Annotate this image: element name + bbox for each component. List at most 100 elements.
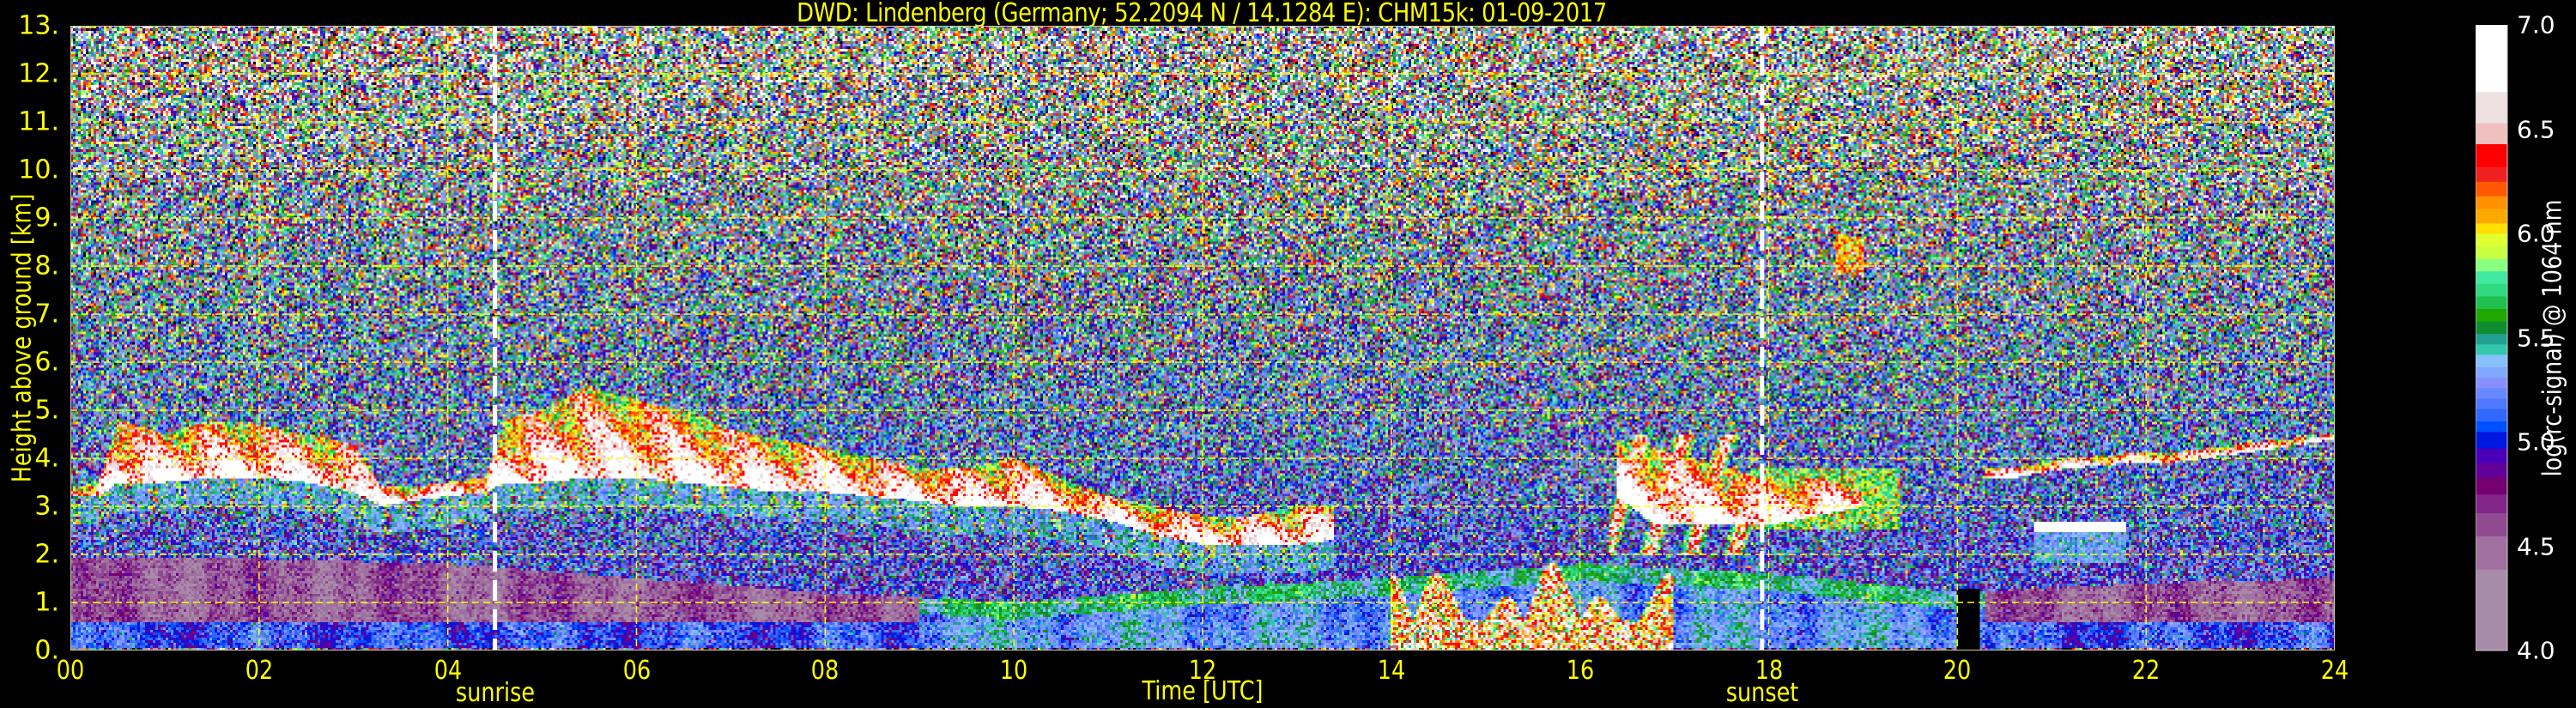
colorbar-level bbox=[2476, 258, 2507, 272]
y-tick-label: 5. bbox=[34, 395, 59, 426]
x-tick-label: 16 bbox=[1566, 656, 1594, 686]
cloud-layer-sample bbox=[1107, 497, 1109, 521]
x-tick-label: 22 bbox=[2131, 656, 2161, 686]
x-axis-label: Time [UTC] bbox=[1142, 676, 1264, 706]
colorbar-level bbox=[2476, 569, 2507, 651]
colorbar-level bbox=[2476, 25, 2507, 93]
y-tick-label: 2. bbox=[34, 539, 59, 570]
colorbar-tick-label: 4.0 bbox=[2517, 636, 2555, 665]
y-tick-label: 8. bbox=[34, 251, 59, 281]
plot-area bbox=[70, 26, 2335, 651]
colorbar-level bbox=[2476, 354, 2507, 368]
colorbar-level bbox=[2476, 295, 2507, 309]
colorbar-level bbox=[2476, 408, 2507, 422]
cloud-layer-sample bbox=[1617, 439, 1619, 497]
colorbar-level bbox=[2476, 366, 2507, 378]
cloud-layer-sample bbox=[542, 410, 543, 482]
sunset-label: sunset bbox=[1725, 678, 1799, 708]
y-tick-label: 9. bbox=[34, 203, 59, 233]
cloud-layer-sample bbox=[636, 401, 638, 478]
colorbar-level bbox=[2476, 270, 2507, 284]
y-tick-label: 6. bbox=[34, 347, 59, 378]
colorbar-level bbox=[2476, 333, 2507, 345]
colorbar-level bbox=[2476, 343, 2507, 355]
colorbar-level bbox=[2476, 181, 2507, 197]
y-tick-label: 12. bbox=[18, 58, 59, 89]
plot-overlay bbox=[70, 26, 2335, 651]
cloud-layer-sample bbox=[2164, 453, 2166, 463]
x-tick-label: 10 bbox=[999, 656, 1028, 686]
y-tick-label: 11. bbox=[18, 106, 59, 137]
x-tick-label: 24 bbox=[2320, 656, 2349, 686]
colorbar-level bbox=[2476, 377, 2507, 389]
cloud-layer-sample bbox=[409, 487, 411, 502]
cloud-layer-sample bbox=[485, 477, 487, 492]
cloud-layer-sample bbox=[1730, 468, 1732, 525]
cloud-layer-sample bbox=[2240, 444, 2241, 453]
cloud-layer-sample bbox=[1985, 468, 1986, 477]
cloud-layer-sample bbox=[1693, 458, 1694, 525]
cloud-layer-sample bbox=[1296, 506, 1298, 545]
colorbar-level bbox=[2476, 143, 2507, 167]
colorbar-level bbox=[2476, 245, 2507, 259]
colorbar-level bbox=[2476, 166, 2507, 182]
colorbar-level bbox=[2476, 283, 2507, 297]
x-tick-label: 14 bbox=[1377, 656, 1406, 686]
cloud-layer-sample bbox=[2126, 453, 2128, 463]
x-tick-label: 00 bbox=[56, 656, 85, 686]
colorbar-level bbox=[2476, 91, 2507, 124]
colorbar bbox=[2476, 25, 2508, 651]
x-tick-label: 08 bbox=[811, 656, 839, 686]
colorbar-level bbox=[2476, 233, 2507, 247]
cloud-layer-sample bbox=[504, 420, 506, 482]
colorbar-level bbox=[2476, 512, 2507, 536]
cloud-layer-sample bbox=[777, 439, 779, 493]
cloud-layer-sample bbox=[966, 468, 967, 506]
cloud-layer-sample bbox=[589, 386, 591, 477]
colorbar-tick-label: 4.5 bbox=[2517, 532, 2555, 560]
colorbar-level bbox=[2476, 448, 2507, 463]
cloud-layer-sample bbox=[258, 425, 260, 478]
y-tick-label: 4. bbox=[34, 443, 59, 474]
cloud-layer-sample bbox=[306, 434, 307, 482]
cloud-layer-sample bbox=[2070, 458, 2071, 468]
x-tick-label: 06 bbox=[622, 656, 651, 686]
cloud-layer-sample bbox=[1060, 477, 1062, 511]
colorbar-level bbox=[2476, 208, 2507, 224]
cloud-layer-sample bbox=[211, 420, 213, 477]
cloud-layer-sample bbox=[1155, 506, 1156, 536]
colorbar-level bbox=[2476, 387, 2507, 399]
cloud-layer-sample bbox=[1202, 516, 1203, 545]
colorbar-level bbox=[2476, 431, 2507, 449]
y-tick-label: 0. bbox=[34, 635, 59, 666]
y-axis-label: Height above ground [km] bbox=[7, 193, 38, 483]
colorbar-level bbox=[2476, 196, 2507, 209]
cloud-layer-sample bbox=[1655, 449, 1657, 526]
x-tick-label: 02 bbox=[245, 656, 274, 686]
cloud-layer-sample bbox=[1249, 516, 1251, 545]
cloud-layer-sample bbox=[98, 482, 100, 497]
cloud-layer-sample bbox=[381, 487, 383, 506]
cloud-layer-sample bbox=[1862, 487, 1864, 506]
cloud-layer-sample bbox=[730, 429, 731, 487]
y-tick-label: 13. bbox=[18, 10, 59, 41]
colorbar-level bbox=[2476, 463, 2507, 478]
colorbar-level bbox=[2476, 308, 2507, 322]
cloud-layer-sample bbox=[1815, 477, 1816, 516]
cloud-layer-sample bbox=[117, 420, 118, 482]
cloud-layer-sample bbox=[824, 449, 826, 492]
cloud-layer-sample bbox=[871, 458, 873, 497]
colorbar-level bbox=[2476, 321, 2507, 335]
colorbar-label: log(rc-signal) @ 1064 nm bbox=[2537, 199, 2568, 477]
colorbar-level bbox=[2476, 493, 2507, 514]
chart-title: DWD: Lindenberg (Germany; 52.2094 N / 14… bbox=[797, 0, 1607, 28]
cloud-layer-sample bbox=[1334, 506, 1336, 540]
colorbar-level bbox=[2476, 123, 2507, 145]
colorbar-level bbox=[2476, 477, 2507, 495]
cloud-layer-sample bbox=[353, 444, 355, 492]
colorbar-level bbox=[2476, 421, 2507, 433]
colorbar-tick-label: 7.0 bbox=[2517, 10, 2555, 39]
y-tick-label: 1. bbox=[34, 587, 59, 618]
sunrise-label: sunrise bbox=[455, 678, 535, 708]
cloud-layer-sample bbox=[918, 468, 920, 501]
